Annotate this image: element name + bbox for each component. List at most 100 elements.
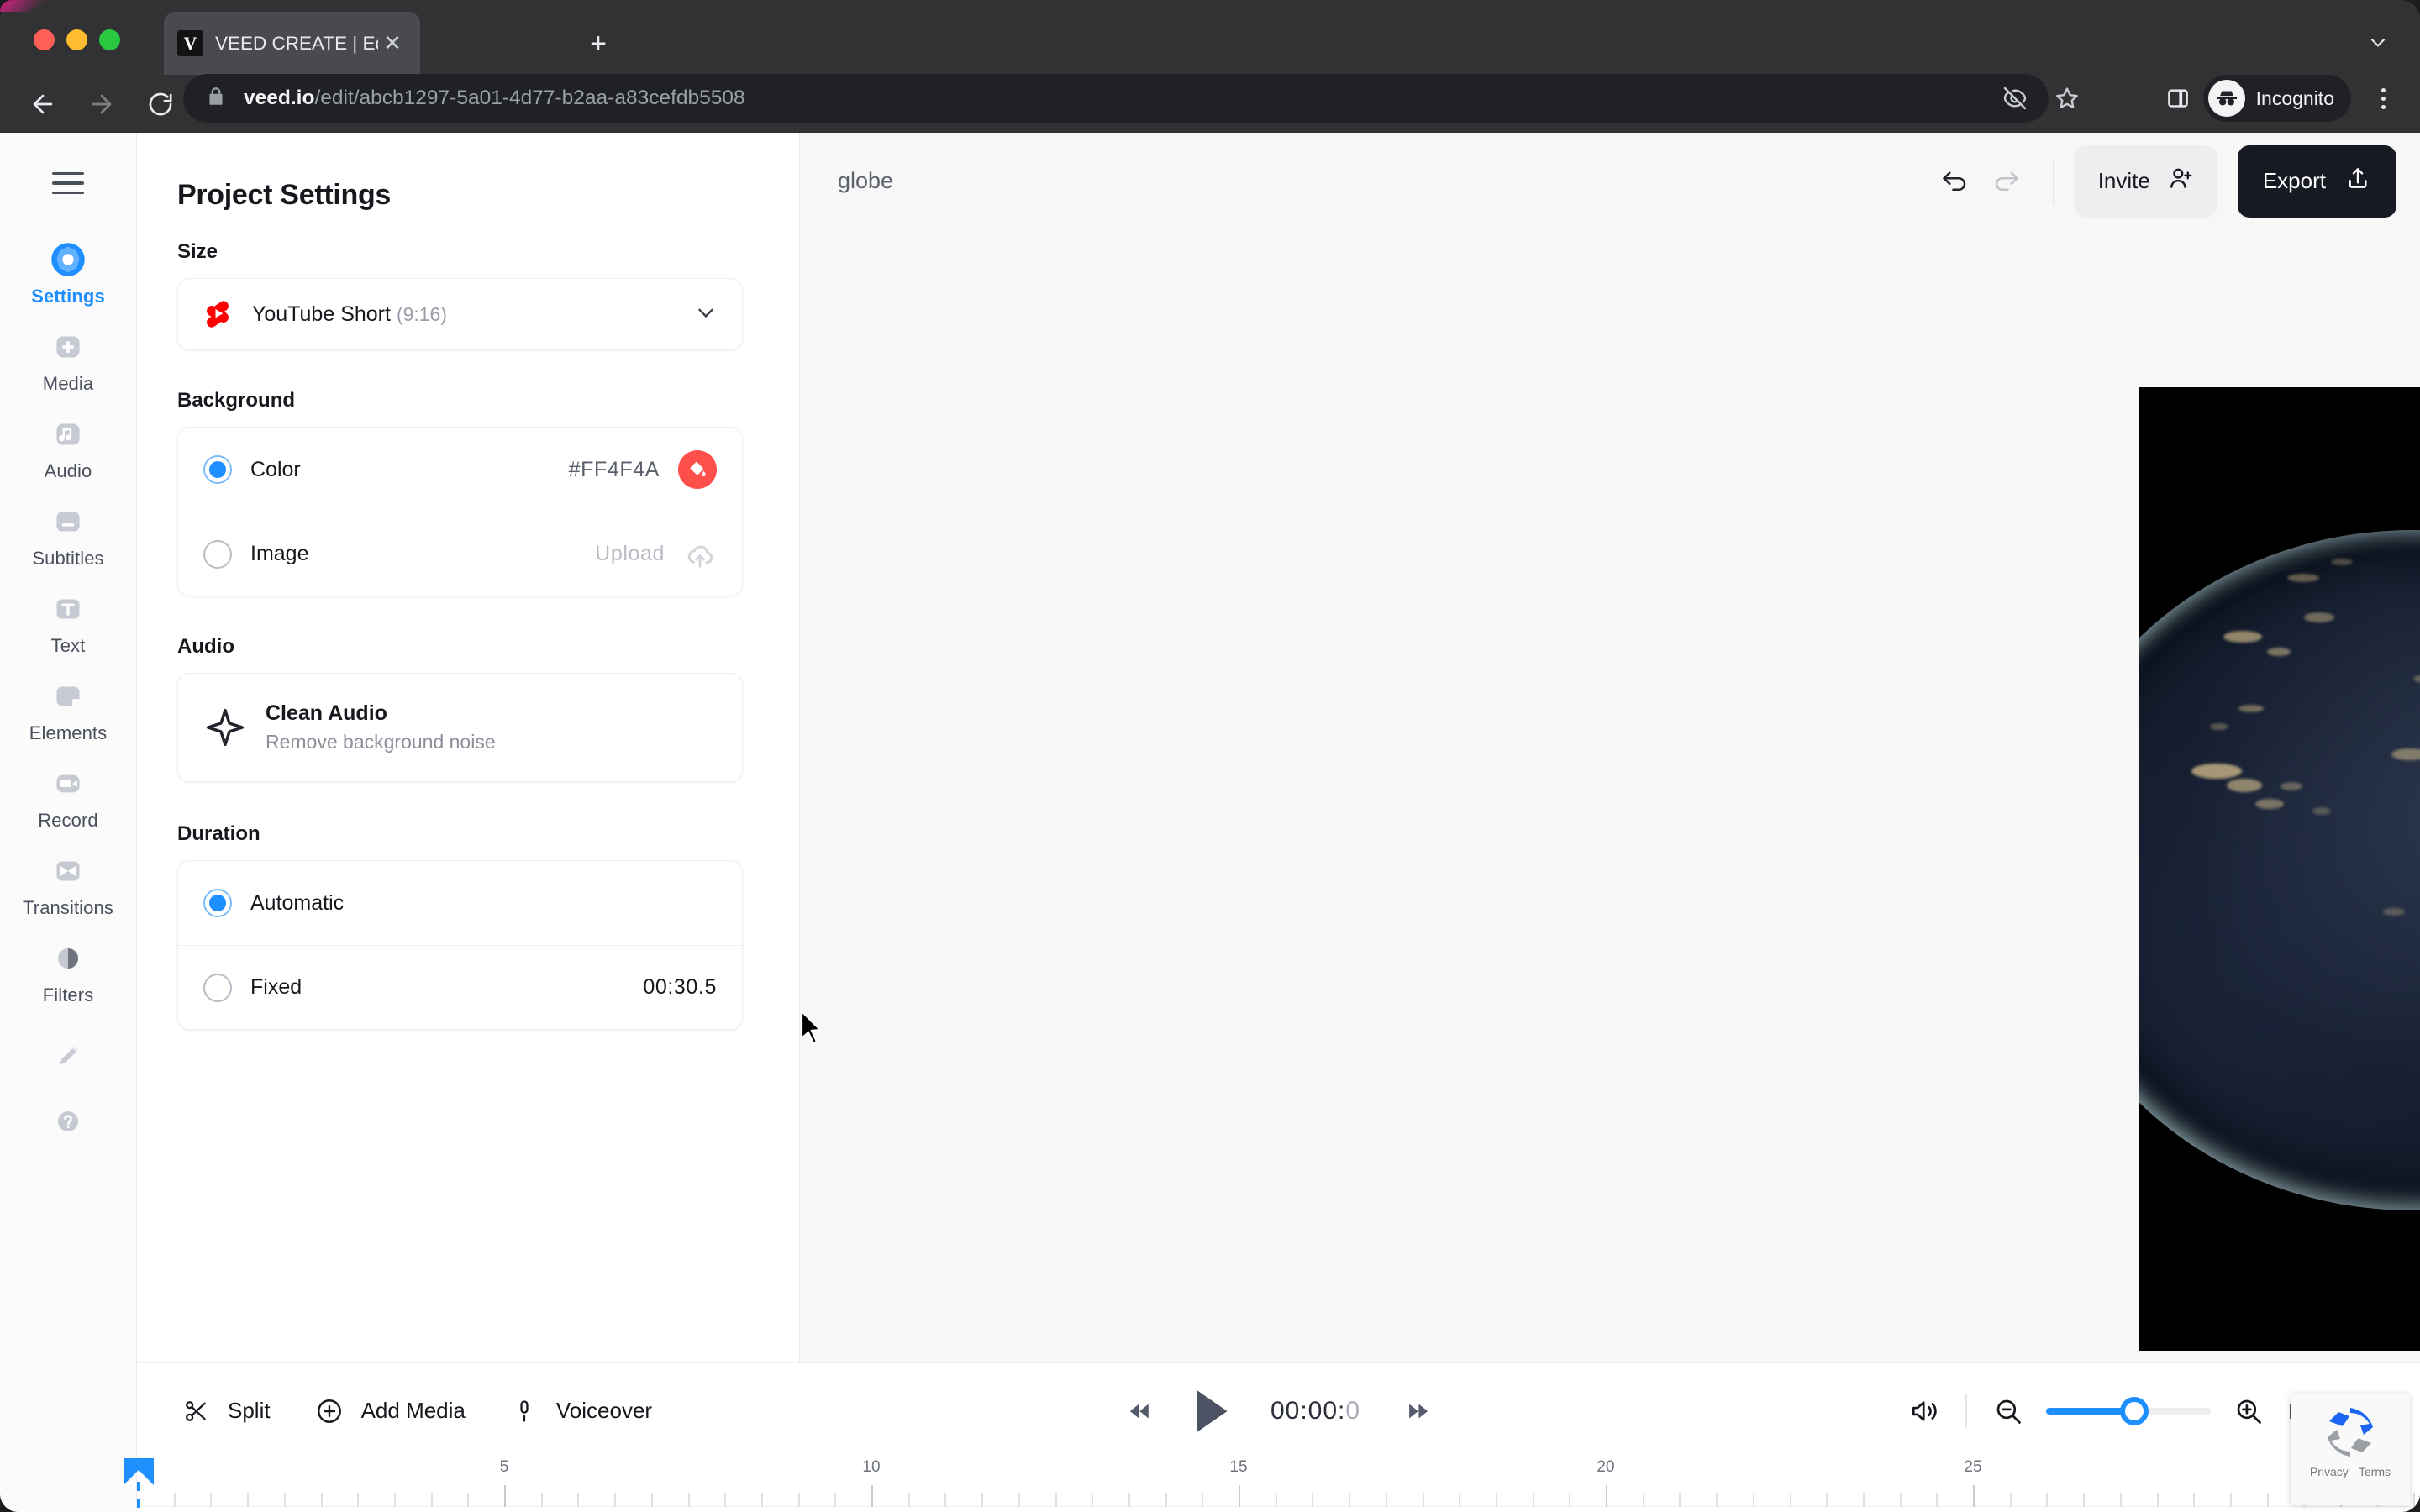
new-tab-button[interactable]: +	[580, 25, 617, 62]
ruler-minor-tick	[1459, 1493, 1461, 1507]
clean-audio-card[interactable]: Clean Audio Remove background noise	[177, 673, 743, 782]
plus-square-icon	[44, 326, 92, 368]
project-settings-panel: Project Settings Size YouTube Short (9:1…	[137, 133, 800, 1362]
timecode-display: 00:00:0	[1270, 1397, 1361, 1425]
radio-background-color[interactable]	[203, 455, 232, 484]
duration-fixed-row[interactable]: Fixed 00:30.5	[178, 945, 742, 1029]
ruler-minor-tick	[650, 1493, 653, 1507]
duration-fixed-label: Fixed	[250, 975, 302, 999]
zoom-slider-handle[interactable]	[2120, 1397, 2149, 1425]
background-image-row[interactable]: Image Upload	[178, 512, 742, 596]
sidebar-item-edit[interactable]	[0, 1006, 137, 1077]
browser-tab[interactable]: V VEED CREATE | Edit ✕	[164, 12, 420, 75]
scissors-icon	[179, 1394, 213, 1428]
cloud-upload-icon[interactable]	[683, 538, 717, 571]
undo-arrow-icon[interactable]	[1928, 155, 1981, 207]
address-bar[interactable]: veed.io/edit/abcb1297-5a01-4d77-b2aa-a83…	[183, 74, 2049, 123]
ruler-minor-tick	[1422, 1493, 1424, 1507]
sidebar-item-subtitles[interactable]: Subtitles	[0, 482, 137, 570]
play-triangle-icon[interactable]	[1196, 1390, 1227, 1432]
url-text: veed.io/edit/abcb1297-5a01-4d77-b2aa-a83…	[244, 87, 2027, 110]
duration-fixed-value[interactable]: 00:30.5	[643, 975, 717, 1000]
project-name[interactable]: globe	[838, 168, 893, 194]
ruler-minor-tick	[283, 1493, 286, 1507]
ruler-minor-tick	[981, 1493, 984, 1507]
ruler-minor-tick	[467, 1493, 470, 1507]
ruler-minor-tick	[173, 1493, 176, 1507]
screen: V VEED CREATE | Edit ✕ + veed.io/edit/ab…	[0, 0, 2420, 1512]
ruler-minor-tick	[1495, 1493, 1497, 1507]
export-button[interactable]: Export	[2237, 144, 2396, 218]
sidebar-item-elements[interactable]: Elements	[0, 657, 137, 744]
sidebar-item-label: Media	[42, 373, 94, 394]
stage-header-actions: Invite Export	[1928, 144, 2420, 218]
star-icon[interactable]	[2047, 78, 2087, 118]
close-icon[interactable]: ✕	[378, 29, 407, 58]
video-preview[interactable]	[2139, 387, 2420, 1351]
ruler-tick-label: 5	[499, 1458, 509, 1476]
reload-icon[interactable]	[136, 80, 185, 129]
side-panel-icon[interactable]	[2156, 76, 2200, 120]
hamburger-menu-icon[interactable]	[43, 158, 93, 208]
ruler-minor-tick	[1055, 1493, 1057, 1507]
timeline-ruler[interactable]: 51015202530	[137, 1458, 2420, 1507]
duration-automatic-row[interactable]: Automatic	[178, 861, 742, 945]
sidebar-item-text[interactable]: Text	[0, 570, 137, 657]
radio-duration-automatic[interactable]	[203, 889, 232, 917]
ruler-minor-tick	[2193, 1493, 2196, 1507]
playhead[interactable]	[124, 1458, 154, 1512]
kebab-menu-icon[interactable]	[2361, 76, 2405, 120]
sidebar-item-help[interactable]	[0, 1077, 137, 1142]
background-options-card: Color #FF4F4A Image Upload	[177, 427, 743, 596]
timeline[interactable]: 51015202530	[124, 1458, 2420, 1512]
size-select-row[interactable]: YouTube Short (9:16)	[178, 279, 742, 349]
speaker-volume-icon[interactable]	[1905, 1392, 1944, 1431]
background-color-value: #FF4F4A	[568, 457, 660, 481]
maximize-window-button[interactable]	[99, 29, 120, 50]
zoom-out-icon[interactable]	[1989, 1392, 2028, 1431]
ruler-minor-tick	[1312, 1493, 1314, 1507]
sidebar-item-media[interactable]: Media	[0, 307, 137, 395]
ruler-minor-tick	[797, 1493, 800, 1507]
color-swatch-button[interactable]	[678, 450, 717, 489]
profile-chip[interactable]: Incognito	[2202, 75, 2351, 122]
add-media-button[interactable]: Add Media	[313, 1394, 466, 1428]
fast-forward-icon[interactable]	[1404, 1397, 1433, 1425]
chevron-down-icon[interactable]	[2361, 25, 2395, 59]
sidebar-item-record[interactable]: Record	[0, 744, 137, 832]
atmosphere-limb	[2139, 530, 2420, 1210]
minimize-window-button[interactable]	[66, 29, 87, 50]
sidebar-item-audio[interactable]: Audio	[0, 395, 137, 482]
stage-header: globe Invite Export	[800, 133, 2420, 229]
ruler-minor-tick	[687, 1493, 690, 1507]
invite-button[interactable]: Invite	[2074, 144, 2217, 218]
tab-favicon: V	[177, 30, 203, 56]
close-window-button[interactable]	[34, 29, 55, 50]
zoom-slider[interactable]	[2046, 1397, 2212, 1425]
rewind-icon[interactable]	[1124, 1397, 1153, 1425]
sidebar-item-transitions[interactable]: Transitions	[0, 832, 137, 919]
window-traffic-lights[interactable]	[34, 29, 120, 50]
size-select[interactable]: YouTube Short (9:16)	[177, 278, 743, 350]
background-upload-label[interactable]: Upload	[595, 542, 665, 566]
background-color-row[interactable]: Color #FF4F4A	[178, 428, 742, 512]
recaptcha-badge[interactable]: Privacy - Terms	[2291, 1394, 2410, 1505]
eye-slash-icon[interactable]	[1995, 78, 2035, 118]
split-button[interactable]: Split	[179, 1394, 271, 1428]
chevron-down-icon[interactable]	[693, 300, 718, 329]
ruler-tick-label: 15	[1229, 1458, 1248, 1476]
sidebar-item-filters[interactable]: Filters	[0, 919, 137, 1006]
recaptcha-legal[interactable]: Privacy - Terms	[2310, 1465, 2391, 1478]
sidebar-item-settings[interactable]: Settings	[0, 220, 137, 307]
back-arrow-icon[interactable]	[18, 80, 67, 129]
clean-audio-title: Clean Audio	[266, 701, 387, 725]
radio-background-image[interactable]	[203, 539, 232, 569]
clean-audio-row[interactable]: Clean Audio Remove background noise	[178, 674, 742, 781]
zoom-in-icon[interactable]	[2229, 1392, 2268, 1431]
sidebar-item-label: Record	[38, 810, 98, 831]
incognito-avatar-icon	[2207, 80, 2245, 117]
duration-options-card: Automatic Fixed 00:30.5	[177, 860, 743, 1030]
browser-chrome: V VEED CREATE | Edit ✕ + veed.io/edit/ab…	[0, 0, 2420, 133]
radio-duration-fixed[interactable]	[203, 973, 232, 1002]
voiceover-button[interactable]: Voiceover	[508, 1394, 652, 1428]
